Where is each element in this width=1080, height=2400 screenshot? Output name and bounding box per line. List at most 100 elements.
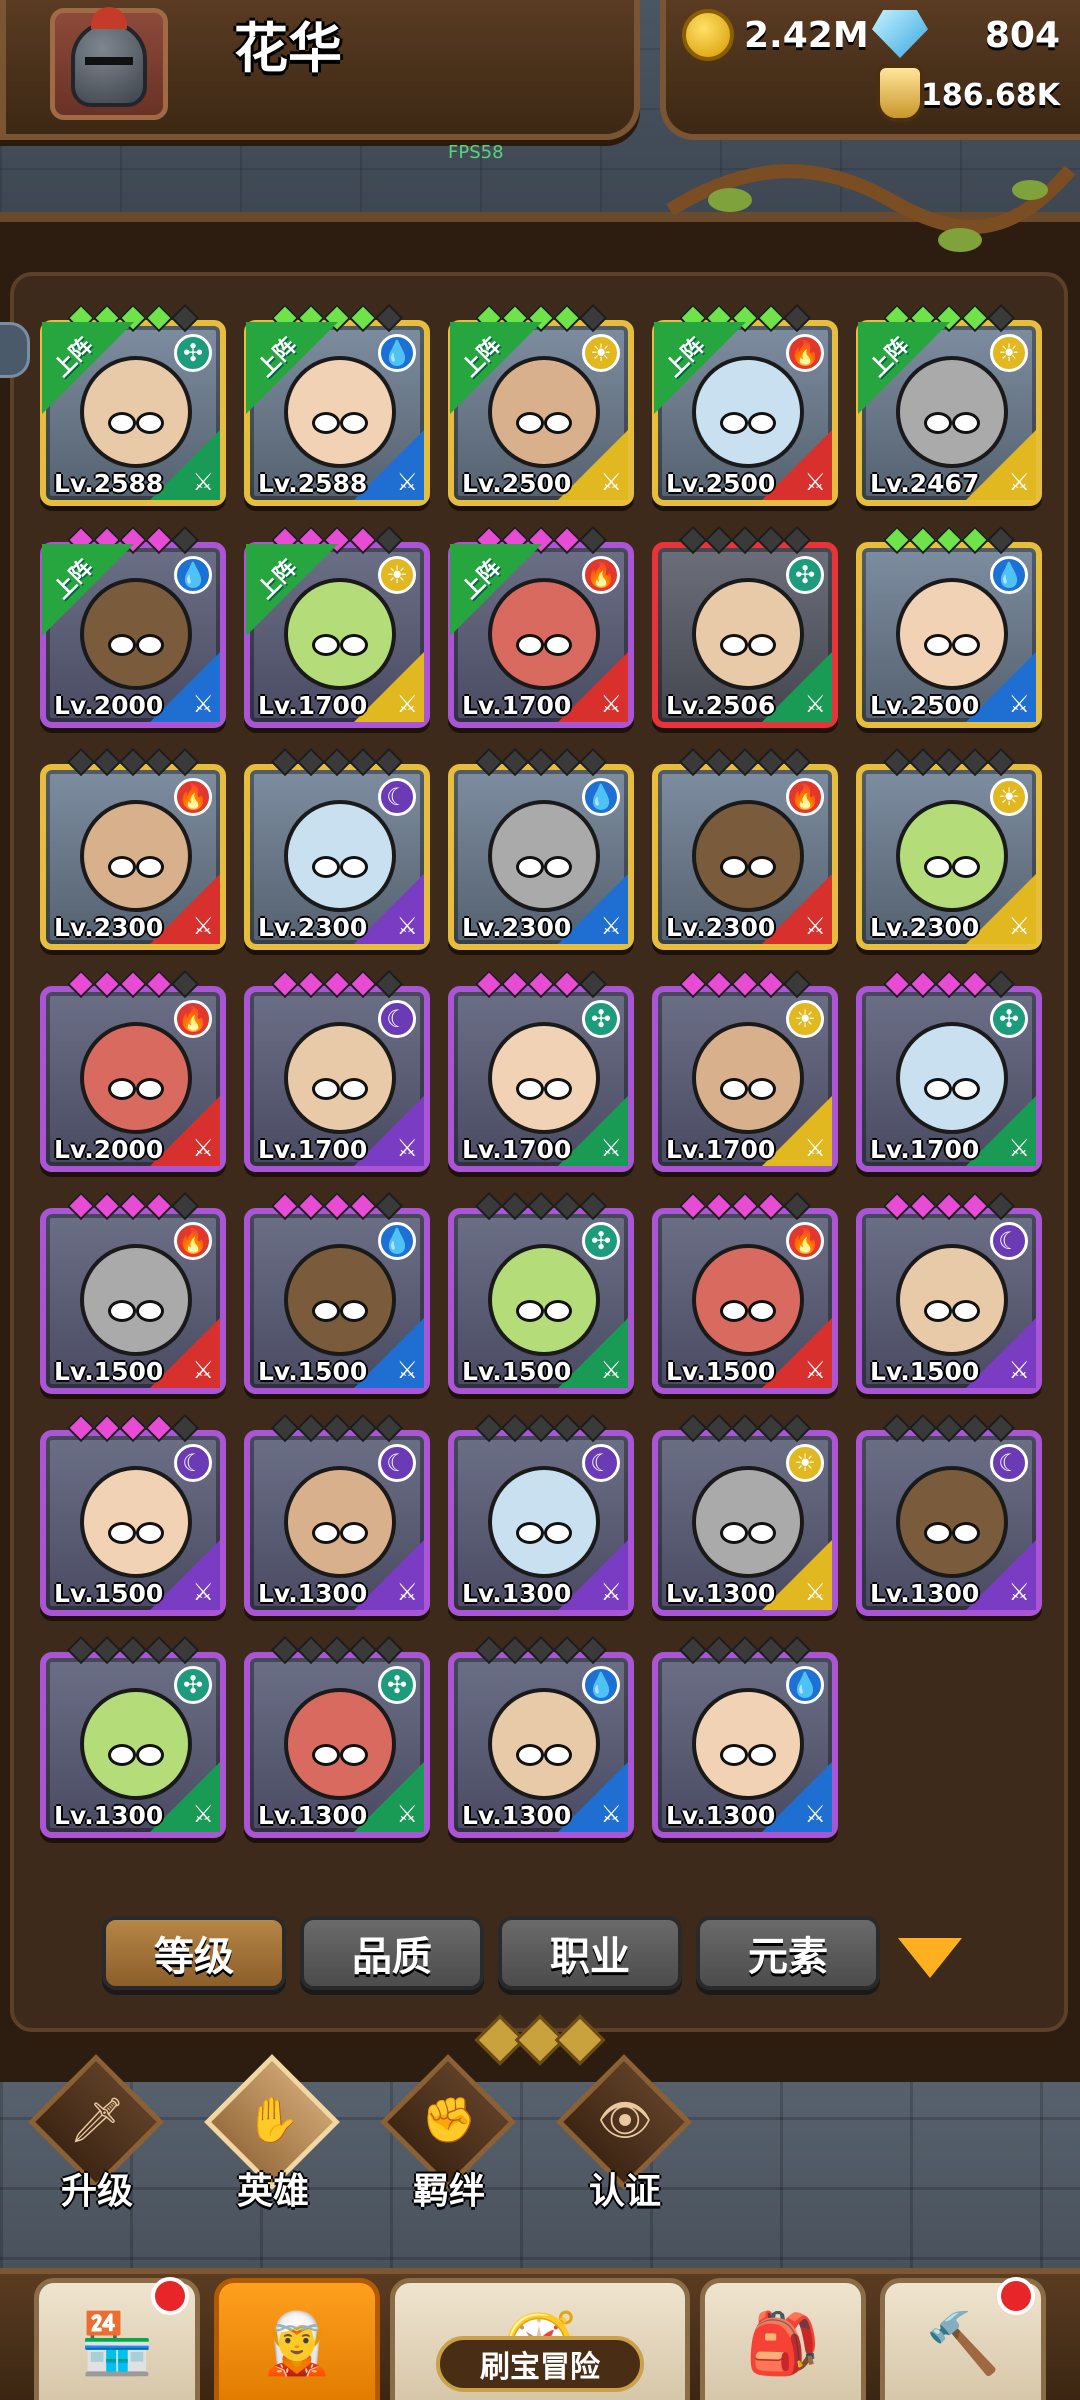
star-icon — [322, 1413, 352, 1443]
sort-button[interactable]: 品质 — [300, 1916, 484, 1990]
hero-card[interactable]: ☾ ⚔ Lv.1300 — [244, 1413, 430, 1616]
star-rank — [270, 1635, 404, 1665]
hero-card[interactable]: 🔥 ⚔ Lv.1500 — [40, 1191, 226, 1394]
adventure-label: 刷宝冒险 — [436, 2336, 644, 2392]
hero-card[interactable]: 🔥 ⚔ Lv.2300 — [652, 747, 838, 950]
star-icon — [578, 1191, 608, 1221]
hero-level: Lv.2300 — [258, 913, 368, 942]
hero-card[interactable]: 💧 ⚔ 上阵 Lv.2000 — [40, 525, 226, 728]
star-icon — [578, 1413, 608, 1443]
hero-portrait — [692, 356, 804, 468]
hero-card[interactable]: ☾ ⚔ Lv.1500 — [856, 1191, 1042, 1394]
subnav-label: 升级 — [60, 2171, 133, 2212]
gem-amount: 804 — [984, 14, 1060, 56]
star-icon — [348, 969, 378, 999]
hero-card[interactable]: 💧 ⚔ Lv.1500 — [244, 1191, 430, 1394]
gold-counter[interactable]: 2.42M — [682, 9, 869, 61]
gold-amount: 2.42M — [744, 14, 869, 56]
star-icon — [170, 1191, 200, 1221]
hero-card[interactable]: ☀ ⚔ 上阵 Lv.1700 — [244, 525, 430, 728]
sort-button[interactable]: 等级 — [102, 1916, 286, 1990]
dark-element-icon: ☾ — [378, 1000, 416, 1038]
hero-card[interactable]: ☀ ⚔ Lv.1300 — [652, 1413, 838, 1616]
hero-card[interactable]: ✣ ⚔ Lv.1700 — [448, 969, 634, 1172]
subnav-item[interactable]: 👁 认证 — [556, 2054, 694, 2220]
hero-card[interactable]: 💧 ⚔ Lv.1300 — [448, 1635, 634, 1838]
star-rank — [678, 1635, 812, 1665]
hero-card[interactable]: ☀ ⚔ 上阵 Lv.2467 — [856, 303, 1042, 506]
hero-card[interactable]: ☾ ⚔ Lv.1700 — [244, 969, 430, 1172]
hero-card[interactable]: ✣ ⚔ Lv.1700 — [856, 969, 1042, 1172]
player-avatar[interactable] — [50, 7, 168, 120]
hero-card[interactable]: 🔥 ⚔ Lv.1500 — [652, 1191, 838, 1394]
hero-card[interactable]: ☀ ⚔ Lv.1700 — [652, 969, 838, 1172]
side-drawer-tab[interactable] — [0, 322, 30, 378]
star-icon — [578, 969, 608, 999]
potion-amount: 186.68K — [920, 77, 1060, 113]
star-icon — [730, 1191, 760, 1221]
hero-level: Lv.2500 — [870, 691, 980, 720]
hero-level: Lv.2300 — [54, 913, 164, 942]
dark-element-icon: ☾ — [378, 778, 416, 816]
star-icon — [986, 969, 1016, 999]
tab-inventory[interactable]: 🎒 — [700, 2278, 866, 2400]
hero-card[interactable]: 🔥 ⚔ Lv.2000 — [40, 969, 226, 1172]
star-icon — [66, 1635, 96, 1665]
wind-element-icon: ✣ — [990, 1000, 1028, 1038]
hero-card[interactable]: ✣ ⚔ Lv.1300 — [40, 1635, 226, 1838]
star-icon — [144, 1413, 174, 1443]
hero-card[interactable]: ✣ ⚔ Lv.1300 — [244, 1635, 430, 1838]
sort-button[interactable]: 职业 — [498, 1916, 682, 1990]
hero-card[interactable]: 💧 ⚔ Lv.2300 — [448, 747, 634, 950]
hero-card[interactable]: 🔥 ⚔ 上阵 Lv.1700 — [448, 525, 634, 728]
hero-card[interactable]: 🔥 ⚔ 上阵 Lv.2500 — [652, 303, 838, 506]
star-icon — [474, 1191, 504, 1221]
star-icon — [66, 1413, 96, 1443]
star-icon — [474, 747, 504, 777]
star-icon — [296, 747, 326, 777]
hero-card[interactable]: ✣ ⚔ 上阵 Lv.2588 — [40, 303, 226, 506]
tab-forge[interactable]: 🔨 — [880, 2277, 1046, 2400]
tab-heroes[interactable]: 🧝 — [214, 2278, 380, 2400]
hero-card[interactable]: ✣ ⚔ Lv.1500 — [448, 1191, 634, 1394]
wind-element-icon: ✣ — [174, 334, 212, 372]
hero-card[interactable]: ☀ ⚔ 上阵 Lv.2500 — [448, 303, 634, 506]
star-icon — [782, 303, 812, 333]
star-rank — [66, 747, 200, 777]
hero-card[interactable]: 🔥 ⚔ Lv.2300 — [40, 747, 226, 950]
star-icon — [348, 525, 378, 555]
star-rank — [678, 525, 812, 555]
star-icon — [756, 303, 786, 333]
hero-card[interactable]: ✣ ⚔ Lv.2506 — [652, 525, 838, 728]
hero-portrait-icon: 🧝 — [259, 2308, 335, 2379]
star-icon — [578, 1635, 608, 1665]
potion-counter[interactable]: 186.68K — [880, 70, 1060, 120]
hero-card[interactable]: 💧 ⚔ Lv.2500 — [856, 525, 1042, 728]
star-rank — [678, 1191, 812, 1221]
star-icon — [756, 969, 786, 999]
gem-counter[interactable]: 804 — [880, 10, 1060, 60]
hero-portrait — [896, 1244, 1008, 1356]
hero-card[interactable]: ☾ ⚔ Lv.1500 — [40, 1413, 226, 1616]
sort-button[interactable]: 元素 — [696, 1916, 880, 1990]
subnav-item[interactable]: 🗡 升级 — [28, 2054, 166, 2220]
hero-card[interactable]: 💧 ⚔ 上阵 Lv.2588 — [244, 303, 430, 506]
tab-shop[interactable]: 🏪 — [34, 2277, 200, 2400]
star-icon — [270, 1635, 300, 1665]
dark-element-icon: ☾ — [990, 1222, 1028, 1260]
star-icon — [678, 1413, 708, 1443]
star-icon — [986, 1191, 1016, 1221]
subnav-item[interactable]: ✋ 英雄 — [204, 2054, 342, 2220]
hero-card[interactable]: ☾ ⚔ Lv.1300 — [448, 1413, 634, 1616]
star-icon — [92, 1413, 122, 1443]
star-icon — [678, 525, 708, 555]
subnav-item[interactable]: ✊ 羁绊 — [380, 2054, 518, 2220]
subnav-label: 认证 — [588, 2171, 661, 2212]
hero-level: Lv.1700 — [666, 1135, 776, 1164]
star-icon — [678, 1635, 708, 1665]
hero-level: Lv.1500 — [870, 1357, 980, 1386]
hero-card[interactable]: ☾ ⚔ Lv.1300 — [856, 1413, 1042, 1616]
hero-card[interactable]: ☀ ⚔ Lv.2300 — [856, 747, 1042, 950]
hero-card[interactable]: 💧 ⚔ Lv.1300 — [652, 1635, 838, 1838]
hero-card[interactable]: ☾ ⚔ Lv.2300 — [244, 747, 430, 950]
